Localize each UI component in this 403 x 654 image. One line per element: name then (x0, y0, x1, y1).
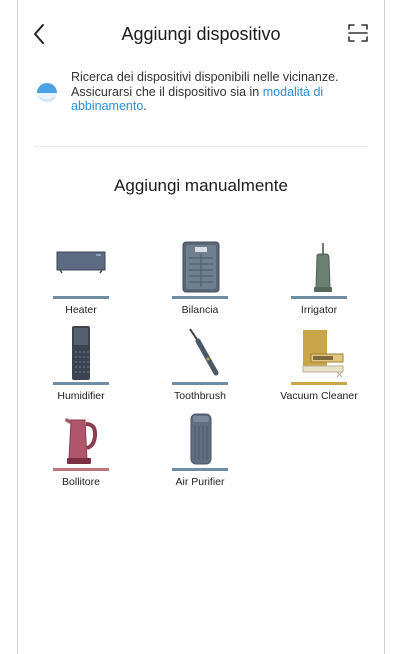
irrigator-icon (314, 243, 332, 292)
humidifier-icon (72, 326, 90, 380)
device-label: Heater (65, 304, 97, 316)
search-message-suffix: . (143, 99, 147, 113)
app-screen: Aggiungi dispositivo Ricerca dei disposi… (17, 0, 385, 654)
device-label: Irrigator (300, 304, 338, 316)
device-irrigator-underline (291, 296, 347, 299)
device-irrigator[interactable]: Irrigator (264, 240, 374, 325)
page-title: Aggiungi dispositivo (121, 24, 281, 44)
heater-icon (56, 251, 106, 274)
device-bollitore[interactable]: Bollitore (26, 412, 136, 497)
device-air-purifier[interactable]: Air Purifier (145, 412, 255, 497)
scan-qr-icon[interactable] (346, 21, 370, 45)
device-heater[interactable]: Heater (26, 240, 136, 325)
toothbrush-icon (189, 328, 219, 376)
kettle-icon (65, 418, 98, 464)
search-message: Ricerca dei dispositivi disponibili nell… (71, 70, 366, 114)
scale-icon (182, 241, 220, 293)
device-vacuum-cleaner[interactable]: Vacuum Cleaner (264, 326, 374, 411)
device-heater-underline (53, 296, 109, 299)
device-label: Bilancia (181, 304, 219, 316)
divider (34, 146, 368, 147)
device-label: Humidifier (57, 390, 105, 402)
device-air-purifier-underline (172, 468, 228, 471)
device-vacuum-underline (291, 382, 347, 385)
air-purifier-icon (190, 413, 212, 465)
device-bilancia[interactable]: Bilancia (145, 240, 255, 325)
section-title-manual: Aggiungi manualmente (114, 176, 288, 195)
device-label: Toothbrush (174, 390, 226, 402)
device-toothbrush[interactable]: Toothbrush (145, 326, 255, 411)
device-bilancia-underline (172, 296, 228, 299)
device-label: Vacuum Cleaner (280, 390, 358, 402)
device-humidifier-underline (53, 382, 109, 385)
top-bar: Aggiungi dispositivo (18, 16, 384, 52)
device-humidifier[interactable]: Humidifier (26, 326, 136, 411)
device-bollitore-underline (53, 468, 109, 471)
device-label: Bollitore (62, 476, 100, 488)
nearby-search-status: Ricerca dei dispositivi disponibili nell… (18, 70, 384, 130)
vacuum-cleaner-icon (302, 330, 344, 378)
searching-spinner-icon (37, 83, 57, 103)
device-toothbrush-underline (172, 382, 228, 385)
device-label: Air Purifier (175, 476, 225, 488)
